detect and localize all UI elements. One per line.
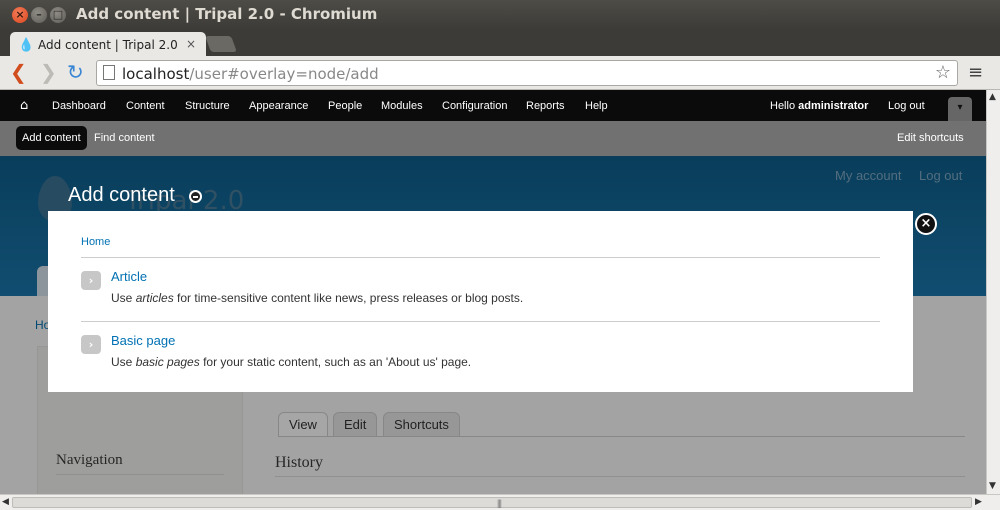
- add-content-dialog: Home › Article Use articles for time-sen…: [48, 211, 913, 392]
- shortcut-add-content[interactable]: Add content: [16, 126, 87, 150]
- window-titlebar: × – □ Add content | Tripal 2.0 - Chromiu…: [0, 0, 1000, 30]
- content-type-article: › Article Use articles for time-sensitiv…: [81, 269, 880, 319]
- scroll-right-icon[interactable]: ▶: [975, 497, 982, 507]
- shortcut-bar: Add content Find content Edit shortcuts: [0, 121, 986, 156]
- overlay-title: Add content: [68, 184, 175, 206]
- url-path: /user#overlay=node/add: [189, 65, 379, 83]
- desc-suffix: for time-sensitive content like news, pr…: [173, 291, 524, 305]
- reload-icon[interactable]: ↻: [67, 62, 84, 82]
- tab-strip: 💧 Add content | Tripal 2.0 ×: [0, 30, 1000, 58]
- bookmark-star-icon[interactable]: ☆: [935, 62, 951, 83]
- scroll-up-icon[interactable]: ▲: [989, 92, 996, 102]
- desc-prefix: Use: [111, 291, 136, 305]
- desc-prefix: Use: [111, 355, 136, 369]
- window-close-button[interactable]: ×: [12, 7, 28, 23]
- overlay-breadcrumb-home[interactable]: Home: [81, 236, 110, 248]
- toolbar-menu-people[interactable]: People: [328, 100, 362, 112]
- chevron-right-icon[interactable]: ›: [81, 271, 101, 290]
- browser-tab-title: Add content | Tripal 2.0: [38, 38, 178, 52]
- shortcut-find-content[interactable]: Find content: [94, 132, 155, 144]
- toolbar-menu-reports[interactable]: Reports: [526, 100, 565, 112]
- dialog-divider: [81, 257, 880, 258]
- hello-user: Hello administrator: [770, 100, 868, 112]
- user-name-link[interactable]: administrator: [798, 100, 868, 112]
- toolbar-menu-modules[interactable]: Modules: [381, 100, 423, 112]
- chevron-right-icon[interactable]: ›: [81, 335, 101, 354]
- dialog-divider: [81, 321, 880, 322]
- logout-link[interactable]: Log out: [888, 100, 925, 112]
- address-bar[interactable]: localhost/user#overlay=node/add ☆: [96, 60, 958, 86]
- desc-emphasis: basic pages: [135, 355, 200, 369]
- window-title: Add content | Tripal 2.0 - Chromium: [76, 5, 378, 23]
- content-type-description: Use articles for time-sensitive content …: [111, 291, 523, 305]
- window-maximize-button[interactable]: □: [50, 7, 66, 23]
- window-minimize-button[interactable]: –: [31, 7, 47, 23]
- toolbar-menu-help[interactable]: Help: [585, 100, 608, 112]
- content-type-basic-page: › Basic page Use basic pages for your st…: [81, 333, 880, 383]
- vertical-scrollbar[interactable]: ▲ ▼: [986, 90, 1000, 494]
- drupal-favicon-icon: 💧: [18, 38, 35, 53]
- content-type-title[interactable]: Basic page: [111, 333, 175, 348]
- content-type-description: Use basic pages for your static content,…: [111, 355, 471, 369]
- browser-tab[interactable]: 💧 Add content | Tripal 2.0 ×: [10, 32, 206, 58]
- browser-menu-icon[interactable]: ≡: [968, 62, 983, 83]
- url-host: localhost: [122, 65, 190, 83]
- url-text[interactable]: localhost/user#overlay=node/add: [122, 65, 379, 83]
- toolbar-menu-configuration[interactable]: Configuration: [442, 100, 507, 112]
- page-viewport: ⌂ Dashboard Content Structure Appearance…: [0, 90, 986, 494]
- toolbar-menu-appearance[interactable]: Appearance: [249, 100, 308, 112]
- hello-prefix: Hello: [770, 100, 799, 112]
- desc-suffix: for your static content, such as an 'Abo…: [199, 355, 472, 369]
- tab-close-icon[interactable]: ×: [186, 37, 196, 51]
- shortcuts-drawer-toggle[interactable]: ▾: [948, 97, 972, 121]
- home-icon[interactable]: ⌂: [20, 98, 28, 113]
- toolbar-menu-content[interactable]: Content: [126, 100, 165, 112]
- scroll-down-icon[interactable]: ▼: [989, 481, 996, 491]
- toolbar-menu-structure[interactable]: Structure: [185, 100, 230, 112]
- overlay-close-icon[interactable]: ×: [915, 213, 937, 235]
- new-tab-button[interactable]: [205, 36, 237, 52]
- horizontal-scrollbar[interactable]: ◀ ||| ▶: [0, 494, 1000, 510]
- page-icon: [103, 65, 115, 80]
- browser-toolbar: ❮ ❯ ↻ localhost/user#overlay=node/add ☆ …: [0, 56, 1000, 90]
- scroll-left-icon[interactable]: ◀: [2, 497, 9, 507]
- horizontal-scroll-thumb[interactable]: |||: [12, 497, 972, 508]
- scroll-grip: |||: [497, 498, 502, 508]
- admin-toolbar: ⌂ Dashboard Content Structure Appearance…: [0, 90, 986, 121]
- back-icon[interactable]: ❮: [10, 62, 27, 82]
- desc-emphasis: articles: [135, 291, 174, 305]
- content-type-title[interactable]: Article: [111, 269, 147, 284]
- edit-shortcuts-link[interactable]: Edit shortcuts: [897, 132, 964, 144]
- toolbar-menu-dashboard[interactable]: Dashboard: [52, 100, 106, 112]
- overlay-shortcut-toggle-icon[interactable]: [189, 190, 202, 203]
- forward-icon[interactable]: ❯: [40, 62, 57, 82]
